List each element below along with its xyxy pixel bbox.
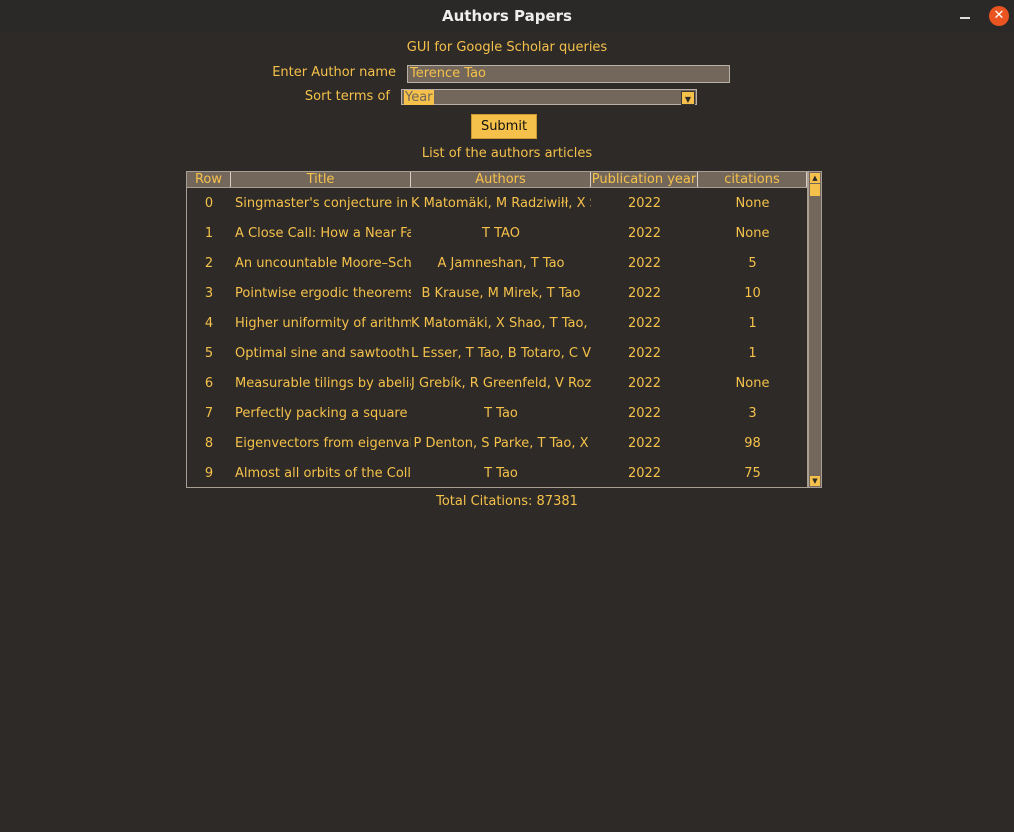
table-row[interactable]: 3 Pointwise ergodic theorems fo B Krause, … <box>187 278 807 308</box>
cell-authors: P Denton, S Parke, T Tao, X <box>413 435 589 451</box>
cell-authors: L Esser, T Tao, B Totaro, C V <box>411 345 591 361</box>
scroll-down-arrow-icon[interactable]: ▼ <box>810 476 820 486</box>
cell-title: Perfectly packing a square by <box>235 405 411 421</box>
cell-row: 2 <box>204 255 214 271</box>
window-title: Authors Papers <box>442 7 572 25</box>
cell-authors: T Tao <box>484 465 518 481</box>
cell-authors: T TAO <box>482 225 520 241</box>
cell-row: 4 <box>204 315 214 331</box>
cell-citations: 75 <box>744 465 761 481</box>
scrollbar-thumb[interactable] <box>810 184 820 196</box>
cell-row: 3 <box>204 285 214 301</box>
cell-citations: 1 <box>748 315 757 331</box>
table-row[interactable]: 0 Singmaster's conjecture in theK Matomäk… <box>187 188 807 218</box>
cell-year: 2022 <box>627 225 662 241</box>
cell-authors: A Jamneshan, T Tao <box>437 255 565 271</box>
table-row[interactable]: 6 Measurable tilings by abelian J Grebík, … <box>187 368 807 398</box>
cell-citations: 3 <box>748 405 757 421</box>
table-row[interactable]: 9 Almost all orbits of the Collatz T Tao 20… <box>187 458 807 487</box>
cell-title: Eigenvectors from eigenvalue <box>235 435 411 451</box>
sort-selected-value: Year <box>404 90 434 105</box>
close-button[interactable]: ✕ <box>989 6 1009 26</box>
cell-row: 0 <box>204 195 214 211</box>
cell-title: A Close Call: How a Near Fa <box>235 225 411 241</box>
author-name-input[interactable] <box>407 65 730 83</box>
cell-authors: B Krause, M Mirek, T Tao <box>421 285 581 301</box>
title-bar: Authors Papers ✕ <box>0 0 1014 32</box>
table-header: Row Title Authors Publication year citat… <box>187 172 807 188</box>
chevron-down-icon[interactable]: ▼ <box>681 91 695 105</box>
cell-year: 2022 <box>627 465 662 481</box>
sort-select[interactable]: Year ▼ <box>401 89 697 105</box>
column-header-authors[interactable]: Authors <box>411 172 591 187</box>
cell-year: 2022 <box>627 255 662 271</box>
cell-citations: 10 <box>744 285 761 301</box>
main-content: GUI for Google Scholar queries Enter Aut… <box>0 32 1014 832</box>
list-caption: List of the authors articles <box>421 146 593 161</box>
cell-citations: 98 <box>744 435 761 451</box>
cell-row: 9 <box>204 465 214 481</box>
cell-title: Pointwise ergodic theorems fo <box>235 285 411 301</box>
cell-authors: K Matomäki, X Shao, T Tao, . <box>411 315 591 331</box>
table-row[interactable]: 8 Eigenvectors from eigenvalue P Denton, S… <box>187 428 807 458</box>
cell-year: 2022 <box>627 375 662 391</box>
cell-citations: None <box>735 225 770 241</box>
cell-title: Higher uniformity of arithmetic <box>235 315 411 331</box>
cell-authors: K Matomäki, M Radziwiłł, X S <box>411 195 591 211</box>
cell-title: Singmaster's conjecture in the <box>235 195 411 211</box>
table-row[interactable]: 4 Higher uniformity of arithmeticK Matomä… <box>187 308 807 338</box>
column-header-title[interactable]: Title <box>231 172 411 187</box>
cell-title: An uncountable Moore–Schm <box>235 255 411 271</box>
sort-label: Sort terms of <box>304 89 390 104</box>
cell-year: 2022 <box>627 195 662 211</box>
submit-button[interactable]: Submit <box>471 114 537 139</box>
cell-title: Optimal sine and sawtooth ine <box>235 345 411 361</box>
total-citations: Total Citations: 87381 <box>436 494 578 509</box>
minimize-icon <box>960 17 970 19</box>
table-scrollbar[interactable]: ▲ ▼ <box>808 171 822 488</box>
cell-title: Measurable tilings by abelian <box>235 375 411 391</box>
minimize-button[interactable] <box>955 6 975 26</box>
cell-title: Almost all orbits of the Collatz <box>235 465 411 481</box>
close-icon: ✕ <box>993 8 1005 23</box>
cell-citations: 1 <box>748 345 757 361</box>
cell-row: 8 <box>204 435 214 451</box>
cell-authors: J Grebík, R Greenfeld, V Roz <box>411 375 591 391</box>
cell-authors: T Tao <box>484 405 518 421</box>
cell-row: 5 <box>204 345 214 361</box>
articles-table[interactable]: Row Title Authors Publication year citat… <box>186 171 808 488</box>
table-row[interactable]: 5 Optimal sine and sawtooth ineL Esser, T… <box>187 338 807 368</box>
author-name-label: Enter Author name <box>272 65 396 80</box>
cell-row: 6 <box>204 375 214 391</box>
cell-citations: None <box>735 375 770 391</box>
cell-year: 2022 <box>627 315 662 331</box>
table-row[interactable]: 2 An uncountable Moore–Schm A Jamneshan, T… <box>187 248 807 278</box>
cell-year: 2022 <box>627 285 662 301</box>
table-row[interactable]: 1 A Close Call: How a Near Fa T TAO 2022 Non… <box>187 218 807 248</box>
page-heading: GUI for Google Scholar queries <box>406 40 608 55</box>
cell-citations: 5 <box>748 255 757 271</box>
cell-year: 2022 <box>627 435 662 451</box>
column-header-row[interactable]: Row <box>187 172 231 187</box>
table-row[interactable]: 7 Perfectly packing a square by T Tao 2022 3 <box>187 398 807 428</box>
cell-row: 1 <box>204 225 214 241</box>
table-body: 0Singmaster's conjecture in theK Matomäk… <box>187 188 807 487</box>
column-header-year[interactable]: Publication year <box>591 172 698 187</box>
cell-row: 7 <box>204 405 214 421</box>
scroll-up-arrow-icon[interactable]: ▲ <box>810 173 820 183</box>
cell-year: 2022 <box>627 405 662 421</box>
cell-citations: None <box>735 195 770 211</box>
column-header-citations[interactable]: citations <box>698 172 807 187</box>
cell-year: 2022 <box>627 345 662 361</box>
